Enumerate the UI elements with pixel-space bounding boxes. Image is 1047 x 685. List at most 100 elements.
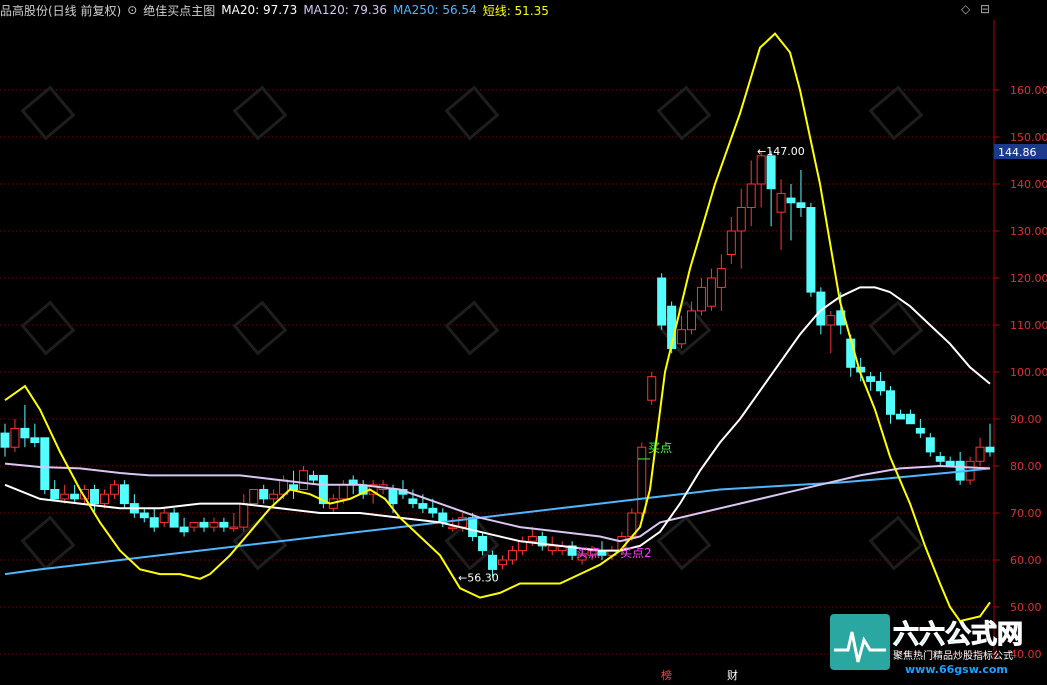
candle-up [497, 559, 507, 566]
candle-up [716, 268, 726, 288]
buy-point-label: 买点 [576, 546, 600, 560]
candle-down [846, 338, 856, 368]
y-tick-label: 150.00 [1010, 131, 1047, 144]
watermark-tile [20, 515, 76, 571]
candle-up [696, 286, 706, 312]
candle-down [895, 413, 905, 420]
candle-up [249, 489, 259, 505]
candles-layer [0, 151, 995, 578]
candle-down [925, 437, 935, 453]
y-tick-label: 140.00 [1010, 178, 1047, 191]
candlestick-chart[interactable]: 40.0050.0060.0070.0080.0090.00100.00110.… [0, 0, 1047, 685]
candle-up [109, 484, 119, 495]
candle-up [269, 493, 279, 500]
candle-up [647, 376, 657, 401]
candle-up [975, 446, 985, 462]
candle-up [507, 550, 517, 561]
candle-down [179, 526, 189, 533]
candle-up [687, 310, 697, 331]
candle-up [298, 470, 308, 491]
current-price-tag: 144.86 [994, 144, 1047, 159]
watermark-tiles [20, 85, 924, 571]
candle-up [746, 183, 756, 208]
logo-url: www.66gsw.com [905, 663, 1008, 676]
y-tick-label: 130.00 [1010, 225, 1047, 238]
watermark-tile [20, 85, 76, 141]
indicator-name[interactable]: 绝佳买点主图 [143, 2, 215, 19]
candle-up [189, 521, 199, 528]
current-price-value: 144.86 [998, 146, 1037, 159]
candle-down [90, 489, 100, 505]
candle-up [826, 315, 836, 326]
candle-down [915, 427, 925, 434]
candle-up [338, 484, 348, 500]
ma250-readout: MA250: 56.54 [393, 3, 477, 17]
diamond-icon[interactable]: ◇ [961, 2, 970, 16]
candle-down [0, 432, 10, 448]
candle-down [408, 498, 418, 505]
candle-up [706, 277, 716, 307]
candle-down [70, 493, 80, 500]
watermark-tile [444, 85, 500, 141]
y-tick-label: 110.00 [1010, 319, 1047, 332]
high-marker: ←147.00 [757, 145, 805, 158]
candle-down [428, 507, 438, 514]
buy-point-label: 买点 [648, 441, 672, 455]
y-tick-label: 80.00 [1010, 460, 1042, 473]
candle-down [866, 376, 876, 382]
watermark-tile [20, 300, 76, 356]
candle-down [905, 413, 915, 425]
y-tick-label: 70.00 [1010, 507, 1042, 520]
price-axis: 40.0050.0060.0070.0080.0090.00100.00110.… [993, 20, 1047, 661]
candle-down [876, 380, 886, 392]
candle-up [99, 493, 109, 505]
candle-up [209, 521, 219, 528]
ma120-line [4, 462, 991, 543]
watermark-tile [868, 85, 924, 141]
candle-down [119, 484, 129, 505]
watermark-tile [232, 85, 288, 141]
y-tick-label: 100.00 [1010, 366, 1047, 379]
candle-down [199, 521, 209, 528]
bottom-label-cai[interactable]: 财 [727, 668, 738, 682]
candle-up [527, 536, 537, 542]
candle-down [985, 446, 995, 453]
candle-up [448, 526, 458, 530]
watermark-logo: 六六公式网 聚焦热门精品炒股指标公式 www.66gsw.com [830, 614, 1024, 676]
candle-down [796, 202, 806, 209]
candle-up [637, 446, 647, 514]
restore-icon[interactable]: ⊟ [980, 2, 990, 16]
y-tick-label: 120.00 [1010, 272, 1047, 285]
y-tick-label: 160.00 [1010, 84, 1047, 97]
candle-down [806, 207, 816, 293]
candle-up [10, 427, 20, 448]
ma-lines-layer [4, 32, 991, 623]
candle-down [169, 512, 179, 528]
candle-down [657, 277, 667, 326]
candle-down [259, 489, 269, 500]
candle-down [149, 517, 159, 528]
indicator-toggle-icon[interactable]: ⊙ [127, 3, 137, 17]
watermark-tile [868, 515, 924, 571]
candle-up [736, 207, 746, 232]
bottom-label-bang[interactable]: 榜 [661, 668, 672, 682]
chart-header: 品高股份(日线 前复权) ⊙ 绝佳买点主图 MA20: 97.73 MA120:… [0, 0, 555, 20]
stock-title[interactable]: 品高股份(日线 前复权) [0, 2, 121, 19]
candle-down [139, 512, 149, 519]
candle-down [786, 197, 796, 204]
candle-up [547, 545, 557, 552]
candle-down [20, 427, 30, 439]
candle-up [776, 192, 786, 213]
watermark-tile [232, 300, 288, 356]
y-tick-label: 50.00 [1010, 601, 1042, 614]
candle-down [766, 155, 776, 190]
candle-down [945, 460, 955, 467]
candle-up [239, 503, 249, 528]
logo-icon-bg [830, 614, 890, 670]
buy-point-2-label: 买点2 [620, 546, 652, 560]
candle-up [159, 512, 169, 523]
candle-up [229, 526, 239, 530]
candle-down [50, 489, 60, 500]
watermark-tile [656, 515, 712, 571]
candle-up [60, 493, 70, 500]
